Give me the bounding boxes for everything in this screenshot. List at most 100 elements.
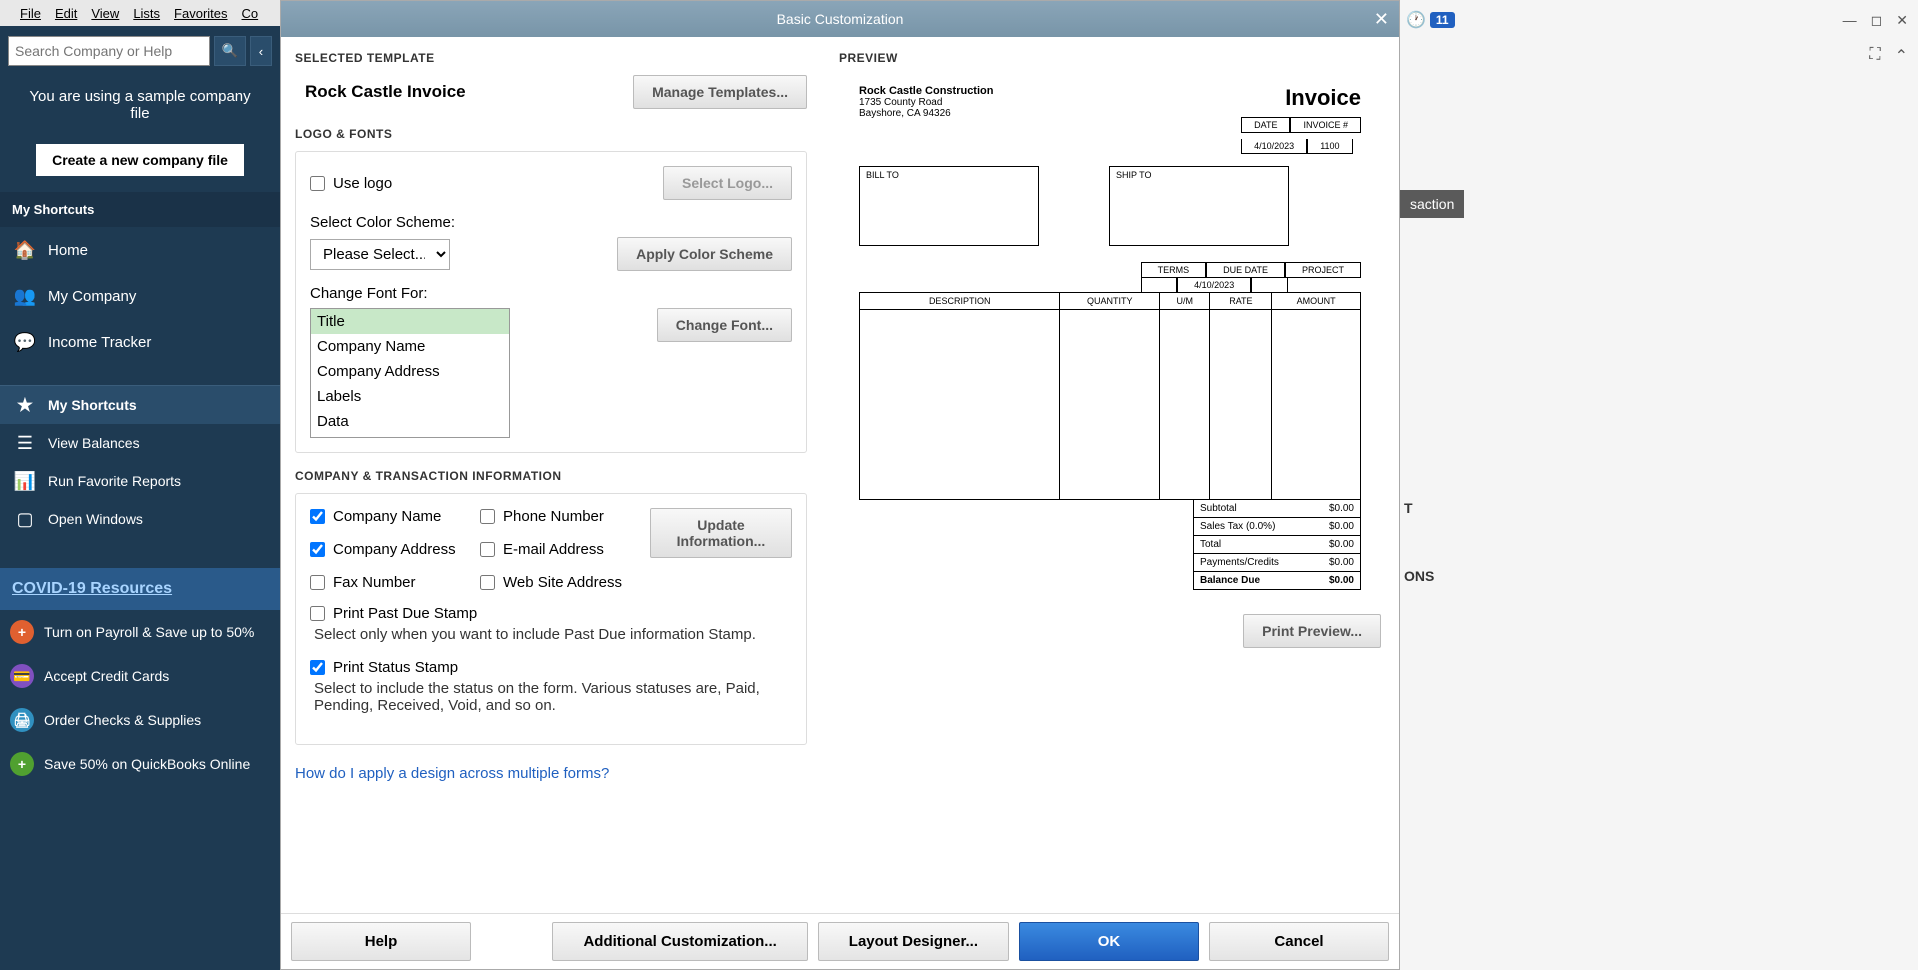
check-status-stamp[interactable]: Print Status Stamp xyxy=(310,659,792,676)
window-icon: ▢ xyxy=(14,508,36,530)
minimize-button[interactable]: — xyxy=(1843,12,1857,29)
create-company-button[interactable]: Create a new company file xyxy=(36,144,244,176)
update-info-button[interactable]: Update Information... xyxy=(650,508,792,558)
nav-income-tracker[interactable]: 💬Income Tracker xyxy=(0,319,280,365)
inv-num-label: INVOICE # xyxy=(1290,117,1361,133)
promo-payroll[interactable]: +Turn on Payroll & Save up to 50% xyxy=(0,610,280,654)
change-font-button[interactable]: Change Font... xyxy=(657,308,792,342)
bottom-nav-shortcuts[interactable]: ★ My Shortcuts xyxy=(0,386,280,424)
due-date-label: DUE DATE xyxy=(1206,262,1285,278)
search-button[interactable]: 🔍 xyxy=(214,36,246,66)
layout-designer-button[interactable]: Layout Designer... xyxy=(818,922,1009,961)
inv-date: 4/10/2023 xyxy=(1241,139,1307,154)
close-button[interactable]: ✕ xyxy=(1896,12,1908,29)
promo-label: Accept Credit Cards xyxy=(44,668,169,684)
company-info-label: COMPANY & TRANSACTION INFORMATION xyxy=(295,469,807,483)
star-icon: ★ xyxy=(14,394,36,416)
fullscreen-icon[interactable]: ⛶ xyxy=(1869,46,1880,66)
bill-to-box: BILL TO xyxy=(859,166,1039,246)
right-panel: PREVIEW Rock Castle Construction 1735 Co… xyxy=(821,37,1399,913)
cancel-button[interactable]: Cancel xyxy=(1209,922,1389,961)
invoice-line-table: DESCRIPTION QUANTITY U/M RATE AMOUNT xyxy=(859,292,1361,500)
nav-label: Home xyxy=(48,242,88,259)
help-link[interactable]: How do I apply a design across multiple … xyxy=(295,765,609,782)
nav-my-company[interactable]: 👥My Company xyxy=(0,273,280,319)
menubar: File Edit View Lists Favorites Co xyxy=(0,0,280,26)
menu-edit[interactable]: Edit xyxy=(55,6,77,21)
sidebar: 🔍 ‹ You are using a sample company file … xyxy=(0,26,280,970)
font-option-company-address[interactable]: Company Address xyxy=(311,359,509,384)
dialog-footer: Help Additional Customization... Layout … xyxy=(281,913,1399,969)
change-font-label: Change Font For: xyxy=(310,285,792,302)
promo-label: Save 50% on QuickBooks Online xyxy=(44,756,250,772)
menu-file[interactable]: File xyxy=(20,6,41,21)
background-area xyxy=(1400,0,1918,970)
chevron-left-icon: ‹ xyxy=(259,44,263,59)
select-logo-button[interactable]: Select Logo... xyxy=(663,166,792,200)
inv-addr1: 1735 County Road xyxy=(859,97,993,108)
help-button[interactable]: Help xyxy=(291,922,471,961)
print-preview-button[interactable]: Print Preview... xyxy=(1243,614,1381,648)
apply-color-button[interactable]: Apply Color Scheme xyxy=(617,237,792,271)
search-input[interactable] xyxy=(8,36,210,66)
inv-title: Invoice xyxy=(1241,85,1361,111)
bottom-nav-balances[interactable]: ☰View Balances xyxy=(0,424,280,462)
font-option-title[interactable]: Title xyxy=(311,309,509,334)
menu-lists[interactable]: Lists xyxy=(133,6,160,21)
menu-view[interactable]: View xyxy=(91,6,119,21)
shortcuts-header: My Shortcuts xyxy=(0,192,280,227)
plus-icon: + xyxy=(10,620,34,644)
printer-icon: 🖨 xyxy=(10,708,34,732)
expand-controls: ⛶ ⌃ xyxy=(1869,46,1908,66)
promo-qbo[interactable]: + Save 50% on QuickBooks Online xyxy=(0,742,280,786)
due-date: 4/10/2023 xyxy=(1177,278,1251,293)
check-past-due[interactable]: Print Past Due Stamp xyxy=(310,605,792,622)
menu-truncated[interactable]: Co xyxy=(242,6,259,21)
project-label: PROJECT xyxy=(1285,262,1361,278)
dialog-close-button[interactable]: ✕ xyxy=(1374,9,1389,30)
invoice-preview: Rock Castle Construction 1735 County Roa… xyxy=(839,75,1381,600)
check-website[interactable]: Web Site Address xyxy=(480,574,640,591)
inv-addr2: Bayshore, CA 94326 xyxy=(859,108,993,119)
ship-to-box: SHIP TO xyxy=(1109,166,1289,246)
menu-favorites[interactable]: Favorites xyxy=(174,6,227,21)
promo-label: Order Checks & Supplies xyxy=(44,712,201,728)
preview-label: PREVIEW xyxy=(839,51,1381,65)
color-scheme-select[interactable]: Please Select... xyxy=(310,239,450,270)
additional-customization-button[interactable]: Additional Customization... xyxy=(552,922,807,961)
basic-customization-dialog: Basic Customization ✕ SELECTED TEMPLATE … xyxy=(280,0,1400,970)
covid-resources-link[interactable]: COVID-19 Resources xyxy=(0,568,280,610)
inv-company: Rock Castle Construction xyxy=(859,85,993,97)
nav-label: My Shortcuts xyxy=(48,397,137,413)
partial-tab: saction xyxy=(1400,190,1464,218)
use-logo-checkbox[interactable]: Use logo xyxy=(310,175,392,192)
reminder-badge[interactable]: 🕐11 xyxy=(1406,10,1455,30)
bottom-nav-windows[interactable]: ▢Open Windows xyxy=(0,500,280,538)
font-option-data[interactable]: Data xyxy=(311,409,509,434)
chart-icon: 📊 xyxy=(14,470,36,492)
font-option-labels[interactable]: Labels xyxy=(311,384,509,409)
plus-icon: + xyxy=(10,752,34,776)
check-email[interactable]: E-mail Address xyxy=(480,541,640,558)
nav-label: View Balances xyxy=(48,435,140,451)
badge-count: 11 xyxy=(1430,12,1455,28)
manage-templates-button[interactable]: Manage Templates... xyxy=(633,75,807,109)
chevron-up-icon[interactable]: ⌃ xyxy=(1895,46,1908,66)
check-phone[interactable]: Phone Number xyxy=(480,508,640,525)
font-option-company-name[interactable]: Company Name xyxy=(311,334,509,359)
invoice-totals: Subtotal$0.00 Sales Tax (0.0%)$0.00 Tota… xyxy=(1193,500,1361,590)
font-list[interactable]: Title Company Name Company Address Label… xyxy=(310,308,510,438)
check-fax[interactable]: Fax Number xyxy=(310,574,470,591)
check-company-name[interactable]: Company Name xyxy=(310,508,470,525)
promo-checks[interactable]: 🖨 Order Checks & Supplies xyxy=(0,698,280,742)
logo-fonts-label: LOGO & FONTS xyxy=(295,127,807,141)
clock-icon: 🕐 xyxy=(1406,10,1426,30)
ok-button[interactable]: OK xyxy=(1019,922,1199,961)
collapse-sidebar-button[interactable]: ‹ xyxy=(250,36,272,66)
check-company-address[interactable]: Company Address xyxy=(310,541,470,558)
nav-home[interactable]: 🏠Home xyxy=(0,227,280,273)
selected-template-label: SELECTED TEMPLATE xyxy=(295,51,807,65)
maximize-button[interactable]: ◻ xyxy=(1871,12,1883,29)
promo-credit-cards[interactable]: 💳Accept Credit Cards xyxy=(0,654,280,698)
bottom-nav-reports[interactable]: 📊Run Favorite Reports xyxy=(0,462,280,500)
